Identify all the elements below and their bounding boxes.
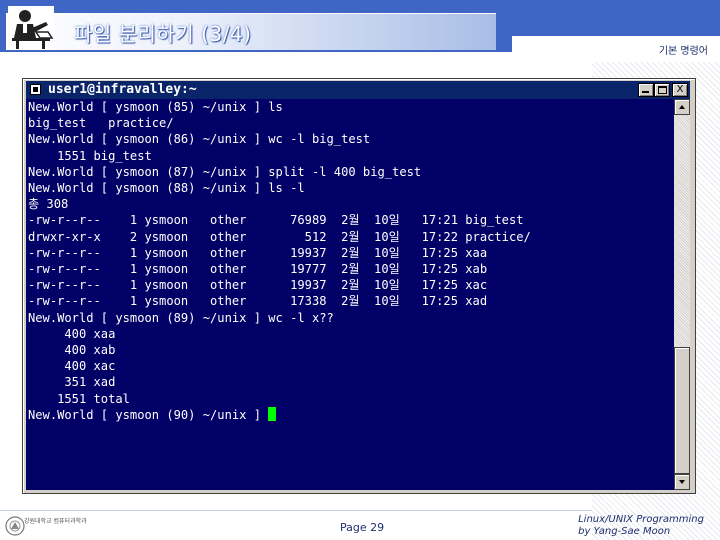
footer-divider — [0, 510, 592, 511]
minimize-button[interactable] — [638, 83, 654, 97]
terminal-line: -rw-r--r-- 1 ysmoon other 76989 2월 10일 1… — [28, 213, 524, 228]
terminal-line: New.World [ ysmoon (85) ~/unix ] ls — [28, 100, 283, 114]
terminal-line: 1551 total — [28, 391, 130, 406]
terminal-line: drwxr-xr-x 2 ysmoon other 512 2월 10일 17:… — [28, 229, 531, 244]
terminal-line: New.World [ ysmoon (87) ~/unix ] split -… — [28, 164, 422, 179]
course-title: Linux/UNIX Programming — [578, 514, 704, 525]
close-icon: X — [676, 84, 684, 95]
slide-subtitle: 기본 명령어 — [658, 46, 708, 57]
terminal-cursor[interactable] — [268, 406, 277, 421]
terminal-line: 400 xaa — [28, 326, 116, 341]
page-number: Page 29 — [340, 521, 385, 534]
presenter-at-desk-icon — [8, 6, 54, 50]
terminal-line: New.World [ ysmoon (86) ~/unix ] wc -l b… — [28, 132, 371, 147]
terminal-line: 400 xac — [28, 359, 116, 374]
terminal-line: 총 308 — [28, 197, 69, 212]
terminal-line: -rw-r--r-- 1 ysmoon other 19777 2월 10일 1… — [28, 262, 488, 277]
terminal-line: -rw-r--r-- 1 ysmoon other 19937 2월 10일 1… — [28, 245, 488, 260]
course-author: by Yang-Sae Moon — [578, 526, 671, 537]
terminal-text: New.World [ ysmoon (85) ~/unix ] ls big_… — [26, 99, 674, 423]
terminal-output-area[interactable]: New.World [ ysmoon (85) ~/unix ] ls big_… — [26, 99, 674, 490]
terminal-line: 400 xab — [28, 343, 116, 358]
terminal-line: 351 xad — [28, 375, 116, 390]
slide-title: 파일 분리하기 (3/4) — [74, 22, 252, 46]
terminal-line: New.World [ ysmoon (89) ~/unix ] wc -l x… — [28, 310, 334, 325]
terminal-line: New.World [ ysmoon (88) ~/unix ] ls -l — [28, 181, 305, 196]
terminal-titlebar[interactable]: user1@infravalley:~ X — [26, 81, 690, 99]
terminal-window[interactable]: user1@infravalley:~ X New.World [ ysmoon… — [22, 78, 696, 494]
terminal-prompt: New.World [ ysmoon (90) ~/unix ] — [28, 407, 269, 422]
terminal-line: 1551 big_test — [28, 148, 152, 163]
university-logo-text: 강원대학교 컴퓨터과학과 — [24, 518, 87, 525]
scroll-up-arrow-icon[interactable] — [674, 99, 690, 115]
maximize-icon — [658, 86, 667, 94]
course-credit: Linux/UNIX Programming by Yang-Sae Moon — [578, 514, 704, 538]
terminal-line: big_test practice/ — [28, 116, 174, 131]
close-button[interactable]: X — [672, 83, 688, 97]
terminal-line: -rw-r--r-- 1 ysmoon other 19937 2월 10일 1… — [28, 278, 488, 293]
terminal-window-icon[interactable] — [30, 84, 41, 95]
scroll-down-arrow-icon[interactable] — [674, 474, 690, 490]
vertical-scrollbar[interactable] — [674, 99, 690, 490]
maximize-button[interactable] — [654, 83, 670, 97]
terminal-line: -rw-r--r-- 1 ysmoon other 17338 2월 10일 1… — [28, 294, 488, 309]
minimize-icon — [642, 91, 649, 93]
scrollbar-thumb[interactable] — [674, 347, 690, 474]
terminal-title: user1@infravalley:~ — [48, 82, 197, 97]
